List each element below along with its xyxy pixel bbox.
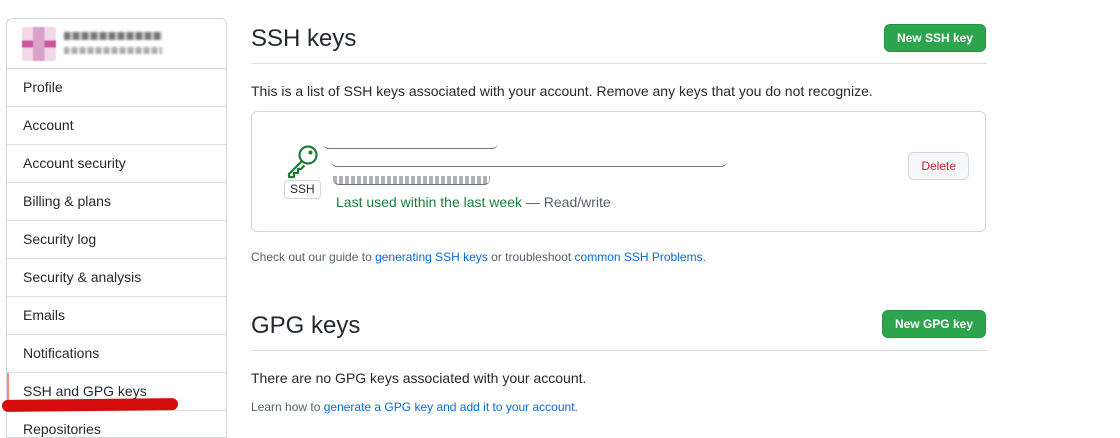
sidebar-item-security-log[interactable]: Security log <box>7 221 226 259</box>
red-annotation-underline <box>1 398 179 412</box>
sidebar-item-profile[interactable]: Profile <box>7 69 226 107</box>
last-used-text: Last used within the last week <box>336 194 522 210</box>
sidebar-item-account-security[interactable]: Account security <box>7 145 226 183</box>
generate-gpg-key-link[interactable]: generate a GPG key and add it to your ac… <box>324 400 575 414</box>
redacted-subtitle <box>64 47 162 54</box>
sidebar-item-security-analysis[interactable]: Security & analysis <box>7 259 226 297</box>
ssh-title: SSH keys <box>251 25 357 52</box>
redacted-username <box>64 32 162 40</box>
gpg-title: GPG keys <box>251 312 361 339</box>
guide-suffix: . <box>702 250 706 264</box>
guide-middle: or troubleshoot <box>487 250 575 264</box>
sidebar-item-account[interactable]: Account <box>7 107 226 145</box>
delete-ssh-key-button[interactable]: Delete <box>908 152 969 180</box>
redacted-key-fingerprint <box>331 158 727 167</box>
guide-prefix: Check out our guide to <box>251 250 376 264</box>
main-content: SSH keys New SSH key This is a list of S… <box>251 0 987 427</box>
sidebar-item-billing[interactable]: Billing & plans <box>7 183 226 221</box>
gpg-section-header: GPG keys New GPG key <box>251 309 987 351</box>
gpg-description: There are no GPG keys associated with yo… <box>251 370 587 386</box>
generating-ssh-keys-link[interactable]: generating SSH keys <box>375 250 488 264</box>
new-ssh-key-button[interactable]: New SSH key <box>883 24 986 52</box>
ssh-type-badge: SSH <box>284 180 321 199</box>
key-last-used: Last used within the last week — Read/wr… <box>336 194 611 210</box>
common-ssh-problems-link[interactable]: common SSH Problems <box>575 250 703 264</box>
profile-header[interactable] <box>7 19 226 69</box>
ssh-description: This is a list of SSH keys associated wi… <box>251 83 873 99</box>
ssh-section-header: SSH keys New SSH key <box>251 22 987 64</box>
redacted-key-title <box>323 140 498 149</box>
sidebar-item-notifications[interactable]: Notifications <box>7 335 226 373</box>
settings-sidebar: Profile Account Account security Billing… <box>6 18 227 438</box>
learn-suffix: . <box>574 400 578 414</box>
avatar <box>22 27 56 61</box>
key-icon <box>287 145 318 179</box>
sidebar-item-repositories[interactable]: Repositories <box>7 411 226 437</box>
redacted-key-added-date <box>333 176 490 185</box>
new-gpg-key-button[interactable]: New GPG key <box>881 310 986 338</box>
learn-prefix: Learn how to <box>251 400 324 414</box>
ssh-guide-text: Check out our guide to generating SSH ke… <box>251 250 706 264</box>
sidebar-item-emails[interactable]: Emails <box>7 297 226 335</box>
key-access-level: — Read/write <box>522 194 611 210</box>
gpg-learn-text: Learn how to generate a GPG key and add … <box>251 400 578 414</box>
ssh-key-item: SSH Last used within the last week — Rea… <box>251 111 986 232</box>
